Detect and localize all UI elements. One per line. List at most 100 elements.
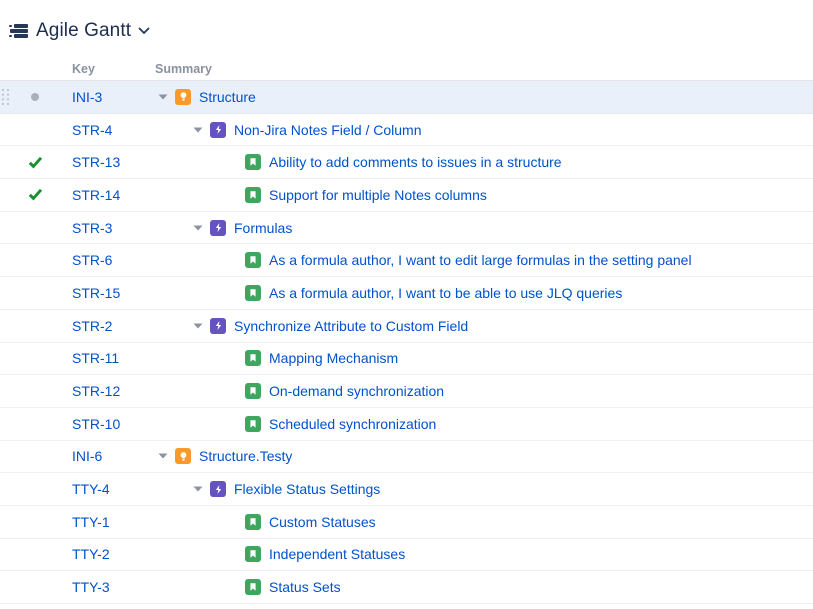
issue-key-link[interactable]: STR-6 xyxy=(68,252,155,268)
issue-list: INI-3 Structure STR-4 Non-Jira Notes Field … xyxy=(0,81,813,604)
column-header-row: Key Summary xyxy=(0,58,813,81)
issue-key-link[interactable]: STR-11 xyxy=(68,350,155,366)
issue-row[interactable]: STR-10 Scheduled synchronization xyxy=(0,408,813,441)
epic-icon xyxy=(210,220,226,236)
issue-summary-cell: Independent Statuses xyxy=(155,546,813,562)
issue-summary-cell: Mapping Mechanism xyxy=(155,350,813,366)
drag-handle-icon[interactable] xyxy=(1,88,10,106)
issue-row[interactable]: STR-11 Mapping Mechanism xyxy=(0,343,813,376)
story-icon xyxy=(245,252,261,268)
issue-summary-link[interactable]: Ability to add comments to issues in a s… xyxy=(269,154,562,170)
story-icon xyxy=(245,285,261,301)
issue-summary-cell: Flexible Status Settings xyxy=(155,481,813,497)
issue-summary-link[interactable]: Status Sets xyxy=(269,579,341,595)
collapse-chevron-icon[interactable] xyxy=(190,486,210,492)
issue-row[interactable]: STR-4 Non-Jira Notes Field / Column xyxy=(0,114,813,147)
story-icon xyxy=(245,514,261,530)
issue-summary-link[interactable]: Flexible Status Settings xyxy=(234,481,380,497)
app-header: Agile Gantt xyxy=(0,0,813,58)
issue-key-link[interactable]: INI-6 xyxy=(68,448,155,464)
row-gutter xyxy=(0,539,68,571)
issue-key-link[interactable]: INI-3 xyxy=(68,89,155,105)
epic-icon xyxy=(210,122,226,138)
issue-row[interactable]: STR-13 Ability to add comments to issues … xyxy=(0,146,813,179)
story-icon xyxy=(245,350,261,366)
story-icon xyxy=(245,383,261,399)
issue-key-link[interactable]: TTY-1 xyxy=(68,514,155,530)
issue-row[interactable]: TTY-2 Independent Statuses xyxy=(0,539,813,572)
row-gutter xyxy=(0,343,68,375)
issue-summary-cell: Ability to add comments to issues in a s… xyxy=(155,154,813,170)
issue-key-link[interactable]: STR-10 xyxy=(68,416,155,432)
issue-row[interactable]: STR-14 Support for multiple Notes columns xyxy=(0,179,813,212)
issue-row[interactable]: STR-3 Formulas xyxy=(0,212,813,245)
issue-row[interactable]: INI-3 Structure xyxy=(0,81,813,114)
story-icon xyxy=(245,187,261,203)
status-dot xyxy=(24,93,46,101)
epic-icon xyxy=(210,318,226,334)
issue-summary-cell: Synchronize Attribute to Custom Field xyxy=(155,318,813,334)
collapse-chevron-icon[interactable] xyxy=(155,94,175,100)
story-icon xyxy=(245,579,261,595)
issue-summary-link[interactable]: On-demand synchronization xyxy=(269,383,444,399)
issue-row[interactable]: TTY-3 Status Sets xyxy=(0,571,813,604)
issue-summary-link[interactable]: Formulas xyxy=(234,220,292,236)
collapse-chevron-icon[interactable] xyxy=(155,453,175,459)
collapse-chevron-icon[interactable] xyxy=(190,127,210,133)
row-gutter xyxy=(0,571,68,603)
issue-row[interactable]: STR-2 Synchronize Attribute to Custom Fie… xyxy=(0,310,813,343)
issue-key-link[interactable]: STR-4 xyxy=(68,122,155,138)
issue-summary-link[interactable]: Scheduled synchronization xyxy=(269,416,436,432)
issue-summary-cell: As a formula author, I want to edit larg… xyxy=(155,252,813,268)
issue-row[interactable]: INI-6 Structure.Testy xyxy=(0,441,813,474)
issue-row[interactable]: TTY-1 Custom Statuses xyxy=(0,506,813,539)
column-header-key[interactable]: Key xyxy=(68,62,155,76)
collapse-chevron-icon[interactable] xyxy=(190,323,210,329)
issue-summary-cell: Structure xyxy=(155,89,813,105)
chevron-down-icon[interactable] xyxy=(138,27,150,35)
issue-key-link[interactable]: STR-13 xyxy=(68,154,155,170)
issue-summary-cell: Structure.Testy xyxy=(155,448,813,464)
row-gutter xyxy=(0,473,68,505)
issue-summary-link[interactable]: Support for multiple Notes columns xyxy=(269,187,487,203)
row-gutter xyxy=(0,81,68,113)
issue-key-link[interactable]: TTY-3 xyxy=(68,579,155,595)
issue-summary-cell: Non-Jira Notes Field / Column xyxy=(155,122,813,138)
initiative-icon xyxy=(175,89,191,105)
issue-summary-link[interactable]: Independent Statuses xyxy=(269,546,405,562)
structure-title[interactable]: Agile Gantt xyxy=(36,20,131,42)
issue-summary-link[interactable]: Mapping Mechanism xyxy=(269,350,398,366)
issue-key-link[interactable]: STR-14 xyxy=(68,187,155,203)
column-header-summary[interactable]: Summary xyxy=(155,62,813,76)
issue-summary-link[interactable]: As a formula author, I want to edit larg… xyxy=(269,252,692,268)
row-gutter xyxy=(0,146,68,178)
row-gutter xyxy=(0,212,68,244)
collapse-chevron-icon[interactable] xyxy=(190,225,210,231)
issue-key-link[interactable]: TTY-2 xyxy=(68,546,155,562)
issue-row[interactable]: STR-15 As a formula author, I want to be … xyxy=(0,277,813,310)
issue-key-link[interactable]: STR-15 xyxy=(68,285,155,301)
issue-key-link[interactable]: STR-3 xyxy=(68,220,155,236)
issue-summary-cell: Formulas xyxy=(155,220,813,236)
row-gutter xyxy=(0,179,68,211)
issue-row[interactable]: TTY-4 Flexible Status Settings xyxy=(0,473,813,506)
story-icon xyxy=(245,154,261,170)
row-gutter xyxy=(0,310,68,342)
row-gutter xyxy=(0,441,68,473)
row-gutter xyxy=(0,277,68,309)
story-icon xyxy=(245,416,261,432)
issue-summary-link[interactable]: Custom Statuses xyxy=(269,514,376,530)
issue-row[interactable]: STR-6 As a formula author, I want to edit… xyxy=(0,244,813,277)
issue-summary-link[interactable]: Synchronize Attribute to Custom Field xyxy=(234,318,468,334)
issue-key-link[interactable]: STR-2 xyxy=(68,318,155,334)
issue-summary-link[interactable]: As a formula author, I want to be able t… xyxy=(269,285,622,301)
issue-key-link[interactable]: TTY-4 xyxy=(68,481,155,497)
story-icon xyxy=(245,546,261,562)
issue-summary-link[interactable]: Structure.Testy xyxy=(199,448,292,464)
issue-summary-link[interactable]: Non-Jira Notes Field / Column xyxy=(234,122,422,138)
issue-key-link[interactable]: STR-12 xyxy=(68,383,155,399)
resolved-check-icon xyxy=(24,156,46,169)
issue-summary-cell: Scheduled synchronization xyxy=(155,416,813,432)
issue-row[interactable]: STR-12 On-demand synchronization xyxy=(0,375,813,408)
issue-summary-link[interactable]: Structure xyxy=(199,89,256,105)
